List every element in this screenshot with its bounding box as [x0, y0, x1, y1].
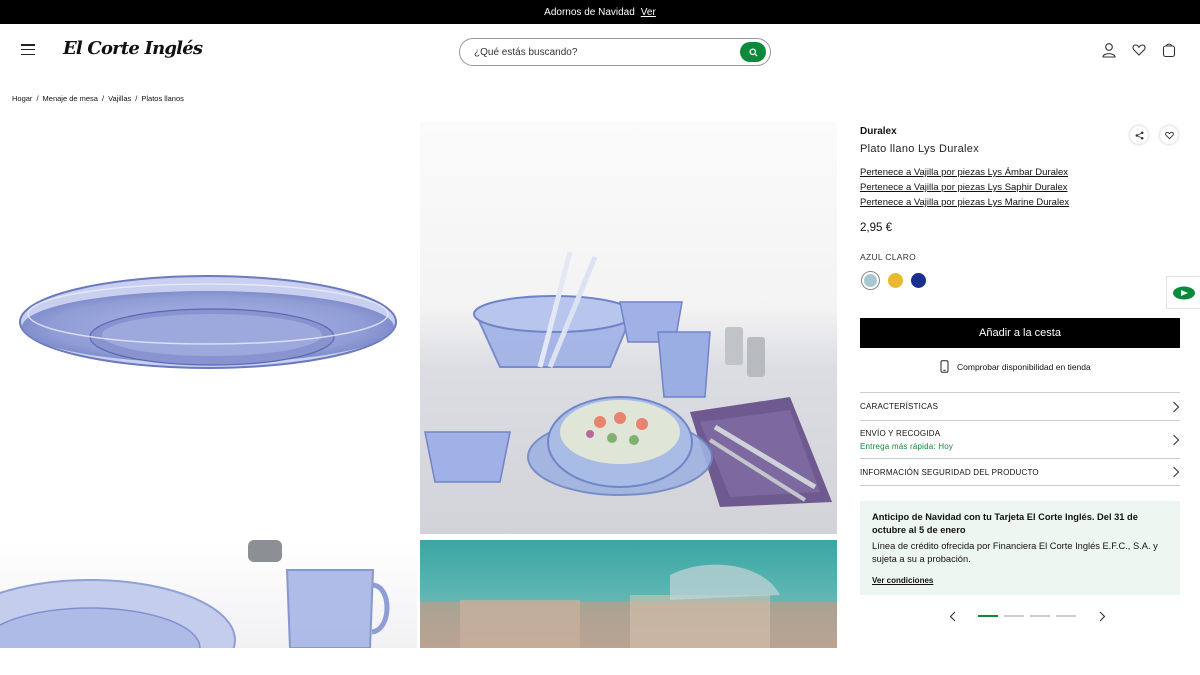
product-image-table-setting[interactable]: [420, 122, 837, 534]
user-icon[interactable]: [1102, 42, 1116, 58]
search-input[interactable]: [474, 46, 724, 58]
logo[interactable]: El Corte Inglés: [63, 38, 203, 59]
floating-chat-tab[interactable]: [1166, 276, 1200, 309]
product-image-detail[interactable]: [0, 540, 417, 648]
collection-link[interactable]: Pertenece a Vajilla por piezas Lys Marin…: [860, 197, 1069, 208]
heart-icon: [1164, 131, 1174, 139]
carousel-next-button[interactable]: [1096, 610, 1108, 622]
accordion-safety-label: INFORMACIÓN SEGURIDAD DEL PRODUCTO: [860, 467, 1039, 477]
phone-icon: [940, 360, 949, 373]
favorite-button[interactable]: [1160, 126, 1178, 144]
announcement-text: Adornos de Navidad: [544, 6, 635, 18]
product-gallery: [0, 122, 837, 648]
carousel-indicator[interactable]: [1056, 615, 1076, 617]
heart-icon[interactable]: [1132, 42, 1146, 58]
breadcrumb-item[interactable]: Platos llanos: [141, 94, 184, 103]
announcement-link[interactable]: Ver: [641, 7, 656, 18]
color-swatches: [861, 271, 926, 290]
menu-icon[interactable]: [21, 44, 35, 55]
promo-banner: Anticipo de Navidad con tu Tarjeta El Co…: [860, 501, 1180, 595]
fast-delivery-text: Entrega más rápida: Hoy: [860, 441, 954, 451]
carousel-indicator[interactable]: [1004, 615, 1024, 617]
chevron-right-icon: [1173, 466, 1180, 478]
promo-title: Anticipo de Navidad con tu Tarjeta El Co…: [872, 512, 1138, 535]
search-button[interactable]: [740, 42, 766, 62]
swatch-ambar[interactable]: [888, 273, 903, 288]
site-header: El Corte Inglés: [0, 24, 1200, 80]
promo-conditions-link[interactable]: Ver condiciones: [872, 576, 1168, 585]
product-image-plate[interactable]: [0, 122, 417, 534]
product-brand[interactable]: Duralex: [860, 126, 897, 137]
selected-color-label: AZUL CLARO: [860, 252, 917, 262]
carousel-indicator[interactable]: [1030, 615, 1050, 617]
promo-body: Línea de crédito ofrecida por Financiera…: [872, 541, 1158, 564]
chevron-right-icon: [1173, 434, 1180, 445]
accordion-shipping[interactable]: ENVÍO Y RECOGIDA Entrega más rápida: Hoy: [860, 420, 1180, 458]
share-button[interactable]: [1130, 126, 1148, 144]
breadcrumb-item[interactable]: Vajillas: [108, 94, 131, 103]
breadcrumb-item[interactable]: Hogar: [12, 94, 32, 103]
chevron-left-icon: [949, 611, 955, 621]
breadcrumb-item[interactable]: Menaje de mesa: [43, 94, 98, 103]
collection-link[interactable]: Pertenece a Vajilla por piezas Lys Saphi…: [860, 182, 1069, 193]
add-to-cart-button[interactable]: Añadir a la cesta: [860, 318, 1180, 348]
swatch-azul-marino[interactable]: [911, 273, 926, 288]
carousel-prev-button[interactable]: [946, 610, 958, 622]
chevron-right-icon: [1099, 611, 1105, 621]
product-title: Plato llano Lys Duralex: [860, 143, 979, 155]
search-bar: [459, 38, 771, 66]
announcement-bar: Adornos de Navidad Ver: [0, 0, 1200, 24]
product-image-lifestyle[interactable]: [420, 540, 837, 648]
swatch-azul-claro[interactable]: [861, 271, 880, 290]
promo-carousel: [946, 610, 1108, 622]
chevron-right-icon: [1173, 401, 1180, 412]
check-store-availability[interactable]: Comprobar disponibilidad en tienda: [940, 360, 1091, 373]
chat-icon: [1172, 286, 1195, 299]
accordion-safety[interactable]: INFORMACIÓN SEGURIDAD DEL PRODUCTO: [860, 458, 1180, 486]
accordion-features-label: CARACTERÍSTICAS: [860, 402, 939, 411]
accordion-shipping-label: ENVÍO Y RECOGIDA: [860, 428, 941, 438]
collection-links: Pertenece a Vajilla por piezas Lys Ámbar…: [860, 167, 1069, 208]
breadcrumb: Hogar / Menaje de mesa / Vajillas / Platos …: [12, 94, 184, 103]
search-icon: [748, 47, 758, 57]
share-icon: [1135, 131, 1143, 139]
bag-icon[interactable]: [1162, 42, 1176, 58]
product-price: 2,95 €: [860, 222, 892, 234]
availability-label: Comprobar disponibilidad en tienda: [957, 361, 1091, 372]
accordion-features[interactable]: CARACTERÍSTICAS: [860, 392, 1180, 420]
collection-link[interactable]: Pertenece a Vajilla por piezas Lys Ámbar…: [860, 167, 1069, 178]
carousel-indicator[interactable]: [978, 615, 998, 617]
